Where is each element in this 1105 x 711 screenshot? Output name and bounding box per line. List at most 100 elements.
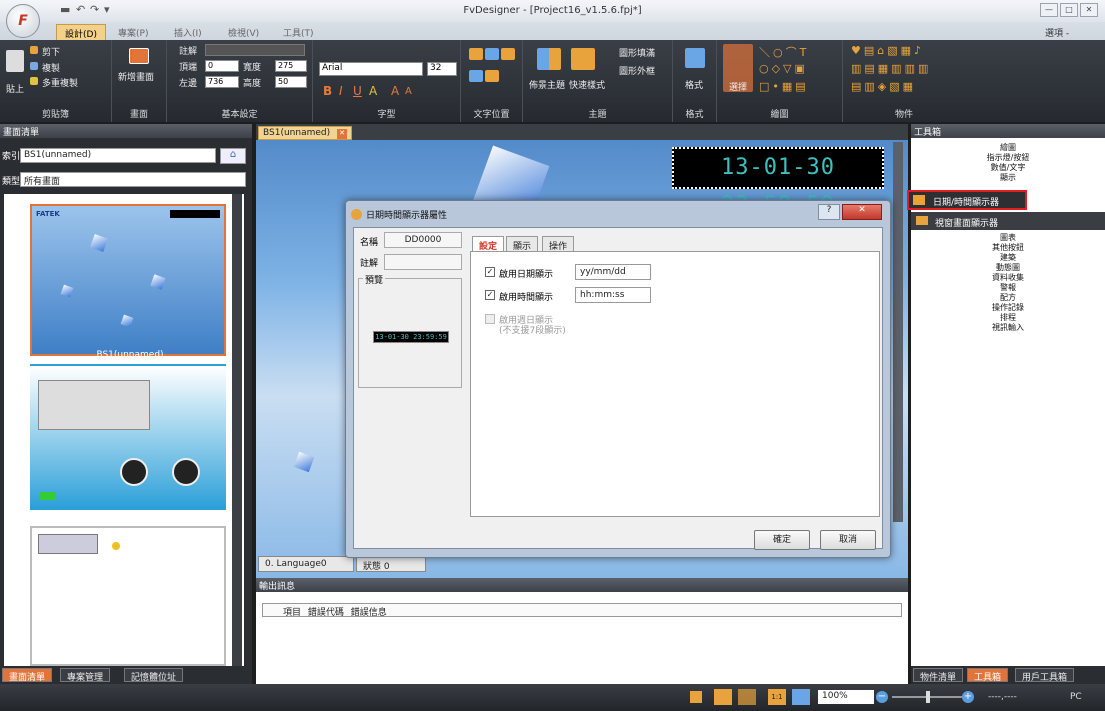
toolbox-section-item[interactable]: 視訊輸入 (911, 322, 1105, 332)
type-select[interactable]: 所有畫面 (20, 172, 246, 187)
shape-tools-row3[interactable]: □•▦▤ (759, 80, 809, 93)
grid-icon[interactable] (738, 689, 756, 705)
quick-style-label[interactable]: 快速樣式 (569, 78, 605, 91)
app-menu-button[interactable]: F (6, 4, 40, 38)
toolbox-window-display[interactable]: 視窗畫面顯示器 (911, 212, 1105, 230)
width-input[interactable]: 275 (275, 60, 307, 72)
thumbnail-scrollbar[interactable] (232, 194, 242, 670)
minimize-button[interactable]: — (1040, 3, 1058, 17)
toolbox-section-item[interactable]: 資料收集 (911, 272, 1105, 282)
ok-button[interactable]: 確定 (754, 530, 810, 550)
background-theme-label[interactable]: 佈景主題 (529, 78, 565, 91)
font-size-select[interactable]: 32 (427, 62, 457, 76)
toolbox-section-draw[interactable]: 繪圖 (911, 142, 1105, 152)
thumbnail-bs2[interactable] (30, 364, 226, 512)
italic-button[interactable]: I (339, 84, 343, 98)
state-select[interactable]: 狀態 0 (356, 556, 426, 572)
enable-week-checkbox[interactable] (485, 314, 495, 324)
cancel-button[interactable]: 取消 (820, 530, 876, 550)
left-input[interactable]: 736 (205, 76, 239, 88)
tab-project[interactable]: 專案(P) (110, 24, 156, 40)
new-screen-icon[interactable] (129, 48, 149, 64)
copy-label[interactable]: 複製 (42, 61, 60, 74)
tab-view[interactable]: 檢視(V) (220, 24, 267, 40)
align-top-icon[interactable] (469, 70, 483, 82)
tab-object-list[interactable]: 物件清單 (913, 668, 964, 683)
toolbox-section-item[interactable]: 配方 (911, 292, 1105, 302)
shape-tools-row2[interactable]: ○◇▽▣ (759, 62, 808, 75)
thumbnail-bs3[interactable] (30, 526, 226, 666)
copy-icon[interactable] (30, 62, 38, 70)
format-label[interactable]: 格式 (685, 78, 703, 91)
tab-settings[interactable]: 設定 (472, 236, 505, 252)
grow-font-icon[interactable]: A (391, 84, 399, 98)
multi-copy-label[interactable]: 多重複製 (42, 76, 78, 89)
toolbox-section-numeric[interactable]: 數值/文字 (911, 162, 1105, 172)
bold-button[interactable]: B (323, 84, 332, 98)
note-field[interactable] (384, 254, 462, 270)
date-format-select[interactable]: yy/mm/dd (575, 264, 651, 280)
toolbox-section-indicator[interactable]: 指示燈/按鈕 (911, 152, 1105, 162)
new-screen-label[interactable]: 新增畫面 (118, 70, 154, 83)
fit-window-icon[interactable] (792, 689, 810, 705)
redo-icon[interactable]: ↷ (90, 3, 99, 16)
close-window-button[interactable]: ✕ (1080, 3, 1098, 17)
shape-fill-label[interactable]: 圖形填滿 (619, 46, 655, 59)
undo-icon[interactable]: ↶ (76, 3, 85, 16)
language-select[interactable]: 0. Language0 (258, 556, 354, 572)
toolbox-section-item[interactable]: 警報 (911, 282, 1105, 292)
enable-time-checkbox[interactable]: ✓ (485, 290, 495, 300)
scissors-icon[interactable] (30, 46, 38, 54)
object-tools-row3[interactable]: ▤▥◈▧▦ (851, 80, 916, 93)
align-center-icon[interactable] (485, 48, 499, 60)
tab-operation[interactable]: 操作 (542, 236, 575, 252)
name-field[interactable]: DD0000 (384, 232, 462, 248)
font-color-icon[interactable]: A (369, 84, 377, 98)
align-right-icon[interactable] (501, 48, 515, 60)
underline-button[interactable]: U (353, 84, 362, 98)
height-input[interactable]: 50 (275, 76, 307, 88)
maximize-button[interactable]: □ (1060, 3, 1078, 17)
toolbox-section-item[interactable]: 其他按鈕 (911, 242, 1105, 252)
zoom-in-icon[interactable]: + (962, 691, 974, 703)
select-tool-label[interactable]: 選擇 (729, 80, 747, 93)
paste-label[interactable]: 貼上 (6, 82, 24, 95)
toolbox-section-item[interactable]: 排程 (911, 312, 1105, 322)
quick-style-icon[interactable] (571, 48, 595, 70)
tab-screen-list[interactable]: 畫面清單 (2, 668, 53, 683)
index-select[interactable]: BS1(unnamed) (20, 148, 216, 163)
quick-access-dropdown-icon[interactable]: ▾ (104, 3, 110, 16)
toolbox-section-item[interactable]: 操作記錄 (911, 302, 1105, 312)
actual-size-icon[interactable]: 1:1 (768, 689, 786, 705)
zoom-slider-thumb[interactable] (926, 691, 930, 703)
canvas-scrollbar[interactable] (893, 142, 903, 522)
tab-display[interactable]: 顯示 (506, 236, 539, 252)
zoom-out-icon[interactable]: − (876, 691, 888, 703)
help-button[interactable]: ? (818, 204, 840, 220)
multi-copy-icon[interactable] (30, 77, 38, 85)
align-left-icon[interactable] (469, 48, 483, 60)
zoom-select[interactable]: 100% (818, 690, 874, 704)
time-format-select[interactable]: hh:mm:ss (575, 287, 651, 303)
toolbox-section-item[interactable]: 動態圖 (911, 262, 1105, 272)
close-dialog-button[interactable]: ✕ (842, 204, 882, 220)
options-menu[interactable]: 選項 - (1045, 26, 1069, 39)
shrink-font-icon[interactable]: A (405, 86, 412, 97)
tab-design[interactable]: 設計(D) (56, 24, 106, 40)
tab-insert[interactable]: 插入(I) (166, 24, 210, 40)
object-tools-row1[interactable]: ♥▤⌂▧▦♪ (851, 44, 924, 57)
tab-project-manager[interactable]: 專案管理 (60, 668, 111, 683)
format-icon[interactable] (685, 48, 705, 68)
cut-label[interactable]: 剪下 (42, 45, 60, 58)
thumbnail-bs1[interactable]: FATEK (30, 204, 226, 356)
font-family-select[interactable]: Arial (319, 62, 423, 76)
toolbox-datetime-display[interactable]: 日期/時間顯示器 (907, 190, 1027, 210)
snap-icon[interactable] (714, 689, 732, 705)
shape-tools-row1[interactable]: ＼○⌒T (759, 44, 809, 60)
top-input[interactable]: 0 (205, 60, 239, 72)
close-tab-icon[interactable]: ✕ (337, 129, 347, 139)
enable-date-checkbox[interactable]: ✓ (485, 267, 495, 277)
tab-user-toolbox[interactable]: 用戶工具箱 (1015, 668, 1075, 683)
save-icon[interactable]: ▬ (60, 3, 70, 16)
date-time-display[interactable]: 13-01-30 23:59:59 (672, 147, 884, 218)
